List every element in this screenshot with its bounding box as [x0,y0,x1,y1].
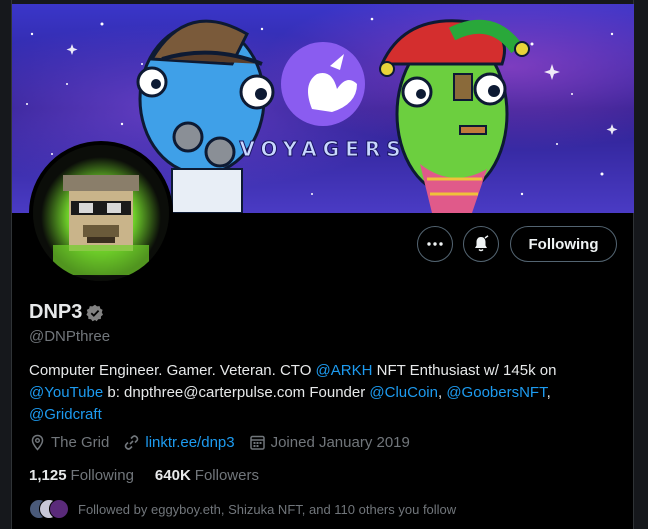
mention-arkh-link[interactable]: @ARKH [316,362,373,379]
more-horizontal-icon [427,242,443,246]
mention-gridcraft-link[interactable]: @Gridcraft [29,406,102,423]
following-count-link[interactable]: 1,125 Following [29,467,134,484]
more-button[interactable] [417,226,453,262]
joined-text: Joined January 2019 [270,434,410,451]
profile-meta: The Grid linktr.ee/dnp3 Joined January 2… [29,434,424,451]
following-button[interactable]: Following [510,226,617,262]
joined-item: Joined January 2019 [249,434,410,451]
followers-label: Followers [194,467,259,484]
mention-goobersnft-link[interactable]: @GoobersNFT [446,384,546,401]
notifications-button[interactable] [463,226,499,262]
location-text: The Grid [51,434,110,451]
website-item: linktr.ee/dnp3 [123,434,235,451]
following-label: Following [70,467,134,484]
bio-text: b: dnpthree@carterpulse.com Founder [103,384,370,401]
bio-text: NFT Enthusiast w/ 145k on [372,362,557,379]
banner-title: VOYAGERS [239,137,406,161]
followed-by-avatars [29,499,69,519]
website-link[interactable]: linktr.ee/dnp3 [145,434,234,451]
bio-text: , [546,384,551,401]
followed-by-row[interactable]: Followed by eggyboy.eth, Shizuka NFT, an… [29,499,456,519]
following-count: 1,125 [29,467,67,484]
window-frame-left [0,0,11,529]
display-name: DNP3 [29,301,83,323]
name-row: DNP3 [29,301,104,324]
bio-text: Computer Engineer. Gamer. Veteran. CTO [29,362,316,379]
profile-avatar[interactable] [29,141,173,285]
profile-bio: Computer Engineer. Gamer. Veteran. CTO @… [29,360,589,426]
verified-badge-icon[interactable] [86,304,104,322]
calendar-icon [249,435,265,450]
location-pin-icon [31,434,44,451]
mini-avatar [49,499,69,519]
followers-count-link[interactable]: 640K Followers [155,467,259,484]
followers-count: 640K [154,467,191,484]
mention-youtube-link[interactable]: @YouTube [29,384,103,401]
user-handle: @DNPthree [29,328,111,345]
link-icon [125,435,139,450]
followed-by-text: Followed by eggyboy.eth, Shizuka NFT, an… [78,501,457,517]
follow-counts: 1,125 Following 640K Followers [29,467,280,484]
mention-clucoin-link[interactable]: @CluCoin [369,384,438,401]
location-item: The Grid [29,434,109,451]
bell-subscribed-icon [475,235,489,252]
window-frame-right [634,0,648,529]
avatar-image [33,145,169,281]
